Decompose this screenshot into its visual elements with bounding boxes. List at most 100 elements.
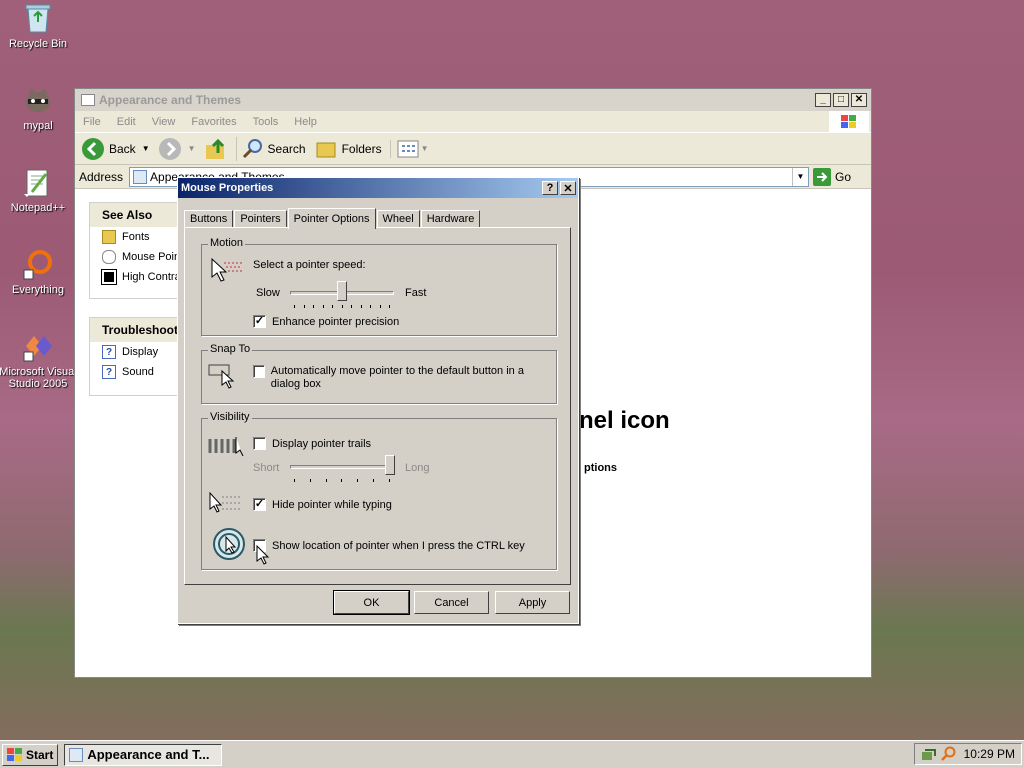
main-heading: nel icon bbox=[579, 407, 670, 434]
start-button[interactable]: Start bbox=[2, 743, 59, 766]
slider-tick bbox=[370, 305, 371, 308]
slider-tick bbox=[388, 479, 390, 482]
pointer-trails-checkbox[interactable] bbox=[253, 437, 266, 450]
maximize-button[interactable]: □ bbox=[833, 93, 849, 107]
minimize-button[interactable]: _ bbox=[815, 93, 831, 107]
search-icon bbox=[242, 138, 262, 158]
menu-help[interactable]: Help bbox=[294, 116, 317, 128]
see-also-mouse-pointers-link[interactable]: Mouse Pointers bbox=[90, 247, 180, 267]
forward-button[interactable]: ▼ bbox=[158, 137, 196, 161]
slider-tick bbox=[357, 479, 359, 482]
pointer-speed-icon bbox=[211, 257, 242, 282]
trail-length-track bbox=[290, 465, 394, 469]
menu-file[interactable]: File bbox=[83, 116, 101, 128]
pointer-options-panel: Motion Select a pointer speed: Slow Fast… bbox=[184, 227, 571, 585]
enhance-precision-label: Enhance pointer precision bbox=[272, 315, 400, 328]
pointer-trails-icon bbox=[208, 437, 244, 457]
tab-buttons[interactable]: Buttons bbox=[184, 210, 234, 228]
slider-tick bbox=[341, 305, 343, 308]
desktop-icon-visual-studio[interactable]: Microsoft Visual Studio 2005 bbox=[0, 330, 78, 390]
cancel-button[interactable]: Cancel bbox=[414, 591, 489, 614]
see-also-fonts-link[interactable]: Fonts bbox=[90, 227, 180, 247]
hide-pointer-icon bbox=[209, 491, 240, 513]
explorer-toolbar: Back ▼ ▼ Search Folders ▼ bbox=[75, 133, 871, 165]
show-location-row: Show location of pointer when I press th… bbox=[253, 539, 525, 552]
tab-strip: Buttons Pointers Pointer Options Wheel H… bbox=[184, 206, 481, 229]
control-panel-icon bbox=[133, 169, 148, 184]
explorer-titlebar[interactable]: Appearance and Themes _ □ ✕ bbox=[75, 89, 871, 111]
mouse-properties-dialog[interactable]: Mouse Properties ? ✕ Buttons Pointers Po… bbox=[177, 177, 579, 624]
snap-to-icon bbox=[208, 364, 235, 389]
troubleshoot-display-link[interactable]: ? Display bbox=[90, 342, 180, 362]
folders-button[interactable]: Folders bbox=[314, 137, 382, 161]
back-button[interactable]: Back ▼ bbox=[81, 137, 150, 161]
troubleshoot-sound-link[interactable]: ? Sound bbox=[90, 362, 180, 382]
raccoon-icon bbox=[22, 84, 54, 116]
notepad-icon bbox=[22, 166, 54, 198]
menu-tools[interactable]: Tools bbox=[253, 116, 279, 128]
views-icon bbox=[397, 140, 419, 157]
desktop-icon-everything[interactable]: Everything bbox=[0, 248, 78, 296]
slider-tick bbox=[373, 479, 375, 482]
tab-hardware[interactable]: Hardware bbox=[420, 210, 481, 228]
help-icon: ? bbox=[102, 365, 116, 379]
go-button[interactable]: Go bbox=[812, 167, 851, 186]
slider-tick bbox=[294, 305, 295, 308]
close-button[interactable]: ✕ bbox=[851, 93, 867, 107]
folders-icon bbox=[316, 142, 336, 157]
short-label: Short bbox=[253, 462, 280, 474]
recycle-bin-icon bbox=[22, 2, 54, 34]
windows-logo-icon bbox=[829, 110, 869, 133]
menu-favorites[interactable]: Favorites bbox=[191, 116, 236, 128]
clock[interactable]: 10:29 PM bbox=[964, 747, 1015, 761]
ok-button[interactable]: OK bbox=[333, 590, 410, 615]
desktop-icon-mypal[interactable]: mypal bbox=[0, 84, 78, 132]
menu-edit[interactable]: Edit bbox=[117, 116, 136, 128]
motion-legend: Motion bbox=[208, 237, 246, 249]
mouse-cursor-icon bbox=[256, 545, 270, 565]
dialog-close-button[interactable]: ✕ bbox=[560, 181, 576, 195]
snap-to-legend: Snap To bbox=[208, 343, 253, 355]
slow-label: Slow bbox=[256, 287, 280, 299]
troubleshooters-heading: Troubleshooters bbox=[90, 318, 196, 342]
go-arrow-icon bbox=[812, 167, 831, 186]
long-label: Long bbox=[405, 462, 430, 474]
hide-pointer-checkbox[interactable]: ✓ bbox=[253, 498, 266, 511]
forward-arrow-icon bbox=[158, 137, 181, 160]
tab-wheel[interactable]: Wheel bbox=[376, 210, 420, 228]
pointer-speed-ticks bbox=[294, 305, 390, 309]
apply-button[interactable]: Apply bbox=[495, 591, 570, 614]
tab-pointer-options[interactable]: Pointer Options bbox=[287, 208, 376, 229]
hide-pointer-row: ✓ Hide pointer while typing bbox=[253, 498, 392, 511]
motion-group: Motion Select a pointer speed: Slow Fast… bbox=[201, 237, 557, 336]
slider-tick bbox=[303, 305, 305, 308]
search-tray-icon[interactable] bbox=[940, 746, 956, 762]
desktop-icon-notepadpp[interactable]: Notepad++ bbox=[0, 166, 78, 214]
menu-view[interactable]: View bbox=[152, 116, 176, 128]
mouse-pointer-icon bbox=[102, 250, 116, 264]
troubleshooters-panel: Troubleshooters ? Display ? Sound bbox=[89, 317, 196, 396]
pointer-speed-slider[interactable] bbox=[337, 281, 347, 301]
desktop-icon-recycle-bin[interactable]: Recycle Bin bbox=[0, 2, 78, 50]
main-link[interactable]: ptions bbox=[584, 462, 617, 474]
help-button[interactable]: ? bbox=[542, 181, 558, 195]
see-also-high-contrast-link[interactable]: High Contrast bbox=[90, 267, 180, 287]
views-button[interactable]: ▼ bbox=[389, 139, 429, 158]
snap-to-checkbox[interactable] bbox=[253, 365, 265, 378]
taskbar-item-appearance[interactable]: Appearance and T... bbox=[64, 743, 223, 766]
speed-label: Select a pointer speed: bbox=[253, 259, 366, 271]
dialog-titlebar[interactable]: Mouse Properties ? ✕ bbox=[178, 178, 578, 198]
network-icon[interactable] bbox=[921, 746, 937, 762]
address-dropdown-button[interactable]: ▼ bbox=[791, 167, 808, 186]
trail-length-slider[interactable] bbox=[385, 455, 395, 475]
fonts-folder-icon bbox=[102, 230, 116, 244]
tab-pointers[interactable]: Pointers bbox=[234, 210, 287, 228]
up-folder-button[interactable] bbox=[204, 137, 228, 161]
high-contrast-icon bbox=[101, 269, 117, 285]
everything-icon bbox=[22, 248, 54, 280]
enhance-precision-checkbox[interactable]: ✓ bbox=[253, 315, 266, 328]
search-button[interactable]: Search bbox=[235, 136, 306, 161]
address-label: Address bbox=[79, 169, 124, 184]
windows-flag-icon bbox=[7, 747, 22, 761]
slider-tick bbox=[325, 479, 327, 482]
